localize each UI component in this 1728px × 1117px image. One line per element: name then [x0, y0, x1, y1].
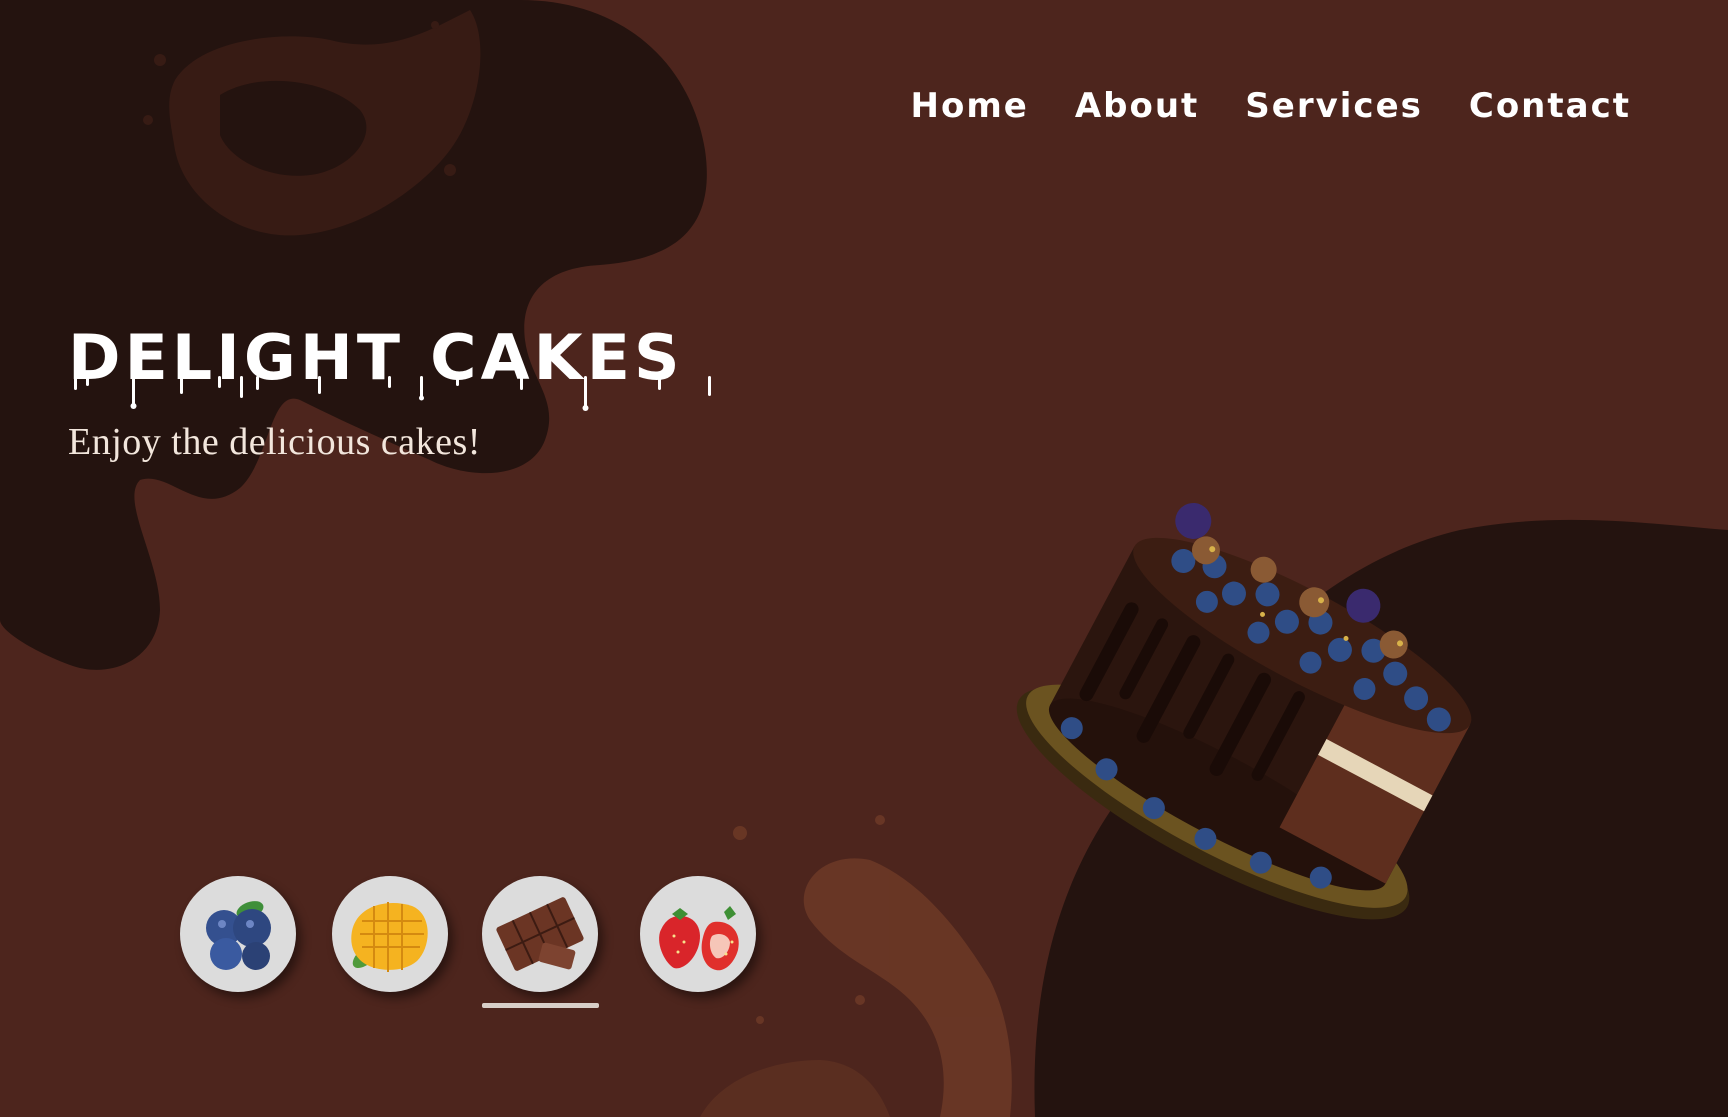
blueberry-icon [206, 901, 271, 970]
nav-home[interactable]: Home [911, 86, 1029, 126]
flavor-thumb-chocolate[interactable] [482, 876, 598, 992]
chocolate-cake-image [1016, 502, 1472, 920]
flavor-thumb-mango[interactable] [332, 876, 448, 992]
main-nav: Home About Services Contact [911, 86, 1632, 126]
nav-about[interactable]: About [1075, 86, 1199, 126]
hero-title-block: DELIGHT CAKES [68, 322, 768, 422]
hero-subtitle: Enjoy the delicious cakes! [68, 421, 481, 463]
strawberry-icon [659, 906, 739, 971]
flavor-thumb-blueberry[interactable] [180, 876, 296, 992]
nav-contact[interactable]: Contact [1469, 86, 1631, 126]
selected-flavor-indicator [482, 1003, 599, 1008]
nav-services[interactable]: Services [1245, 86, 1423, 126]
flavor-thumb-strawberry[interactable] [640, 876, 756, 992]
chocolate-icon [496, 897, 584, 971]
drip-decoration [74, 376, 711, 411]
mango-icon [351, 902, 428, 972]
